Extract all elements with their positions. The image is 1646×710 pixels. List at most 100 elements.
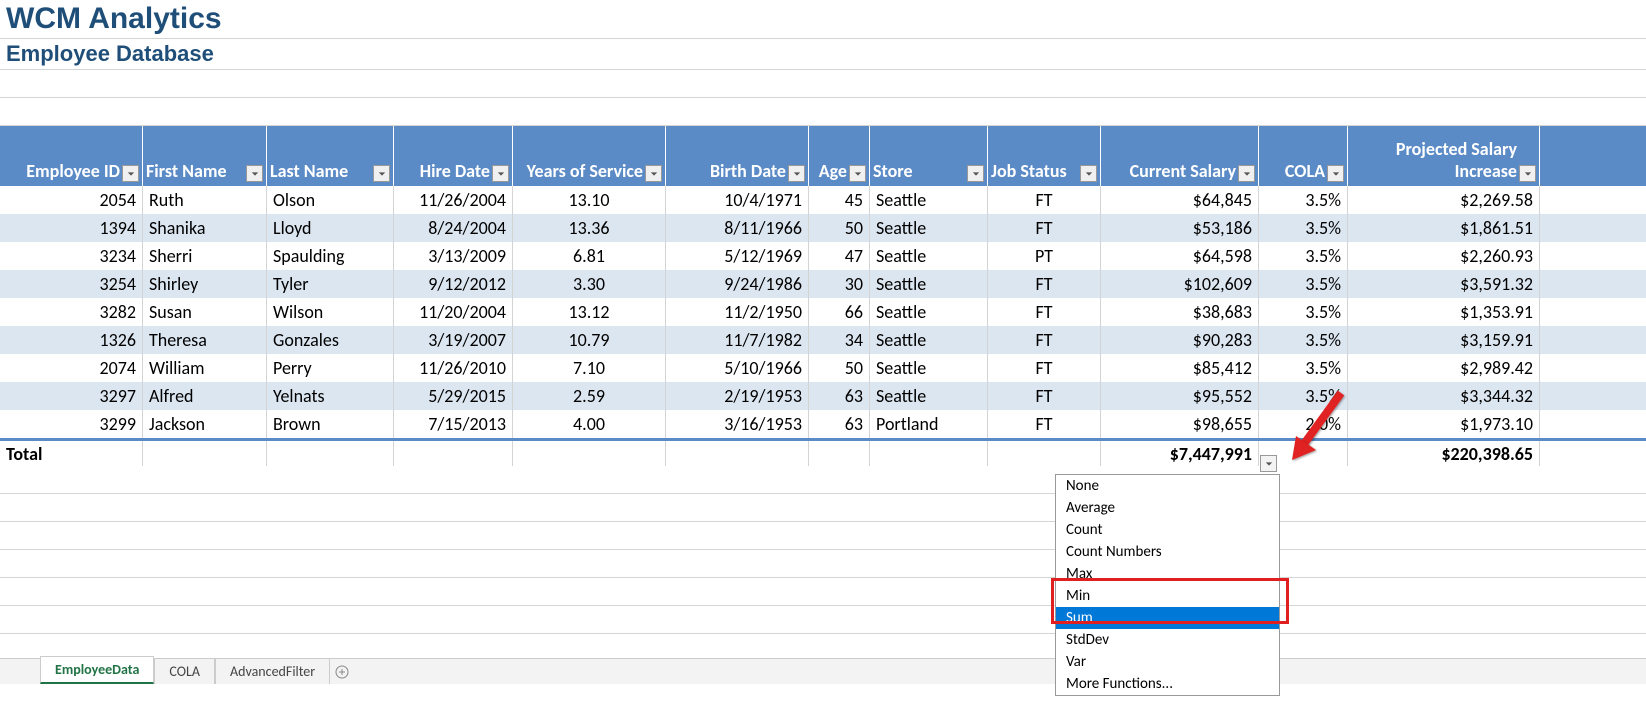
cell-yrs[interactable]: 13.36 [513,214,666,242]
cell-cola[interactable]: 3.5% [1259,326,1348,354]
filter-dropdown-icon[interactable] [1080,165,1097,182]
cell-job[interactable]: FT [988,270,1101,298]
cell-hire[interactable]: 3/13/2009 [394,242,513,270]
cell-hire[interactable]: 9/12/2012 [394,270,513,298]
cell-fn[interactable]: Sherri [143,242,267,270]
cell-ln[interactable]: Spaulding [267,242,394,270]
filter-dropdown-icon[interactable] [246,165,263,182]
cell-age[interactable]: 63 [809,382,870,410]
filter-dropdown-icon[interactable] [1519,165,1536,182]
cell-age[interactable]: 47 [809,242,870,270]
cell-ln[interactable]: Perry [267,354,394,382]
cell-hire[interactable]: 3/19/2007 [394,326,513,354]
table-row[interactable]: 3234SherriSpaulding3/13/20096.815/12/196… [0,242,1646,270]
cell-yrs[interactable]: 3.30 [513,270,666,298]
cell-yrs[interactable]: 13.12 [513,298,666,326]
cell-proj[interactable]: $1,353.91 [1348,298,1540,326]
cell-sal[interactable]: $38,683 [1101,298,1259,326]
cell-cola[interactable]: 3.5% [1259,270,1348,298]
menu-item-var[interactable]: Var [1056,651,1279,673]
menu-item-count[interactable]: Count [1056,519,1279,541]
cell-birth[interactable]: 11/7/1982 [666,326,809,354]
cell-id[interactable]: 1326 [0,326,143,354]
menu-item-stddev[interactable]: StdDev [1056,629,1279,651]
cell-id[interactable]: 3297 [0,382,143,410]
cell-proj[interactable]: $1,861.51 [1348,214,1540,242]
cell-id[interactable]: 2074 [0,354,143,382]
cell-cola[interactable]: 3.5% [1259,242,1348,270]
menu-item-average[interactable]: Average [1056,497,1279,519]
cell-yrs[interactable]: 6.81 [513,242,666,270]
cell-store[interactable]: Portland [870,410,988,438]
table-row[interactable]: 1326TheresaGonzales3/19/200710.7911/7/19… [0,326,1646,354]
cell-age[interactable]: 50 [809,354,870,382]
cell-proj[interactable]: $2,269.58 [1348,186,1540,214]
cell-fn[interactable]: Susan [143,298,267,326]
menu-item-none[interactable]: None [1056,475,1279,497]
cell-sal[interactable]: $90,283 [1101,326,1259,354]
cell-sal[interactable]: $85,412 [1101,354,1259,382]
table-row[interactable]: 1394ShanikaLloyd8/24/200413.368/11/19665… [0,214,1646,242]
cell-job[interactable]: FT [988,298,1101,326]
filter-dropdown-icon[interactable] [1238,165,1255,182]
cell-id[interactable]: 3282 [0,298,143,326]
cell-fn[interactable]: Shanika [143,214,267,242]
filter-dropdown-icon[interactable] [1327,165,1344,182]
cell-proj[interactable]: $3,159.91 [1348,326,1540,354]
cell-hire[interactable]: 11/20/2004 [394,298,513,326]
cell-proj[interactable]: $3,591.32 [1348,270,1540,298]
cell-sal[interactable]: $53,186 [1101,214,1259,242]
cell-hire[interactable]: 7/15/2013 [394,410,513,438]
cell-id[interactable]: 3254 [0,270,143,298]
table-row[interactable]: 3299JacksonBrown7/15/20134.003/16/195363… [0,410,1646,438]
cell-birth[interactable]: 3/16/1953 [666,410,809,438]
cell-fn[interactable]: Alfred [143,382,267,410]
menu-item-min[interactable]: Min [1056,585,1279,607]
cell-yrs[interactable]: 13.10 [513,186,666,214]
table-row[interactable]: 2074WilliamPerry11/26/20107.105/10/19665… [0,354,1646,382]
cell-birth[interactable]: 11/2/1950 [666,298,809,326]
cell-age[interactable]: 66 [809,298,870,326]
cell-proj[interactable]: $2,260.93 [1348,242,1540,270]
cell-sal[interactable]: $102,609 [1101,270,1259,298]
cell-store[interactable]: Seattle [870,186,988,214]
cell-fn[interactable]: Jackson [143,410,267,438]
cell-job[interactable]: FT [988,186,1101,214]
cell-birth[interactable]: 10/4/1971 [666,186,809,214]
cell-ln[interactable]: Brown [267,410,394,438]
cell-hire[interactable]: 11/26/2004 [394,186,513,214]
menu-item-sum[interactable]: Sum [1056,607,1279,629]
cell-age[interactable]: 45 [809,186,870,214]
cell-age[interactable]: 30 [809,270,870,298]
cell-ln[interactable]: Olson [267,186,394,214]
sheet-tab-cola[interactable]: COLA [154,658,215,684]
filter-dropdown-icon[interactable] [645,165,662,182]
table-row[interactable]: 2054RuthOlson11/26/200413.1010/4/197145S… [0,186,1646,214]
filter-dropdown-icon[interactable] [788,165,805,182]
table-row[interactable]: 3254ShirleyTyler9/12/20123.309/24/198630… [0,270,1646,298]
cell-hire[interactable]: 11/26/2010 [394,354,513,382]
cell-fn[interactable]: Ruth [143,186,267,214]
filter-dropdown-icon[interactable] [967,165,984,182]
cell-yrs[interactable]: 4.00 [513,410,666,438]
cell-cola[interactable]: 3.5% [1259,354,1348,382]
filter-dropdown-icon[interactable] [373,165,390,182]
cell-job[interactable]: PT [988,242,1101,270]
sheet-tab-employeedata[interactable]: EmployeeData [40,656,154,684]
cell-ln[interactable]: Yelnats [267,382,394,410]
cell-birth[interactable]: 5/12/1969 [666,242,809,270]
cell-id[interactable]: 1394 [0,214,143,242]
cell-yrs[interactable]: 7.10 [513,354,666,382]
cell-birth[interactable]: 2/19/1953 [666,382,809,410]
total-function-dropdown-button[interactable] [1260,455,1277,472]
sheet-tab-advancedfilter[interactable]: AdvancedFilter [215,658,330,684]
cell-hire[interactable]: 8/24/2004 [394,214,513,242]
cell-proj[interactable]: $1,973.10 [1348,410,1540,438]
cell-job[interactable]: FT [988,382,1101,410]
cell-proj[interactable]: $3,344.32 [1348,382,1540,410]
cell-birth[interactable]: 9/24/1986 [666,270,809,298]
cell-job[interactable]: FT [988,214,1101,242]
cell-cola[interactable]: 3.5% [1259,186,1348,214]
menu-item-more-functions-[interactable]: More Functions... [1056,673,1279,695]
cell-yrs[interactable]: 10.79 [513,326,666,354]
